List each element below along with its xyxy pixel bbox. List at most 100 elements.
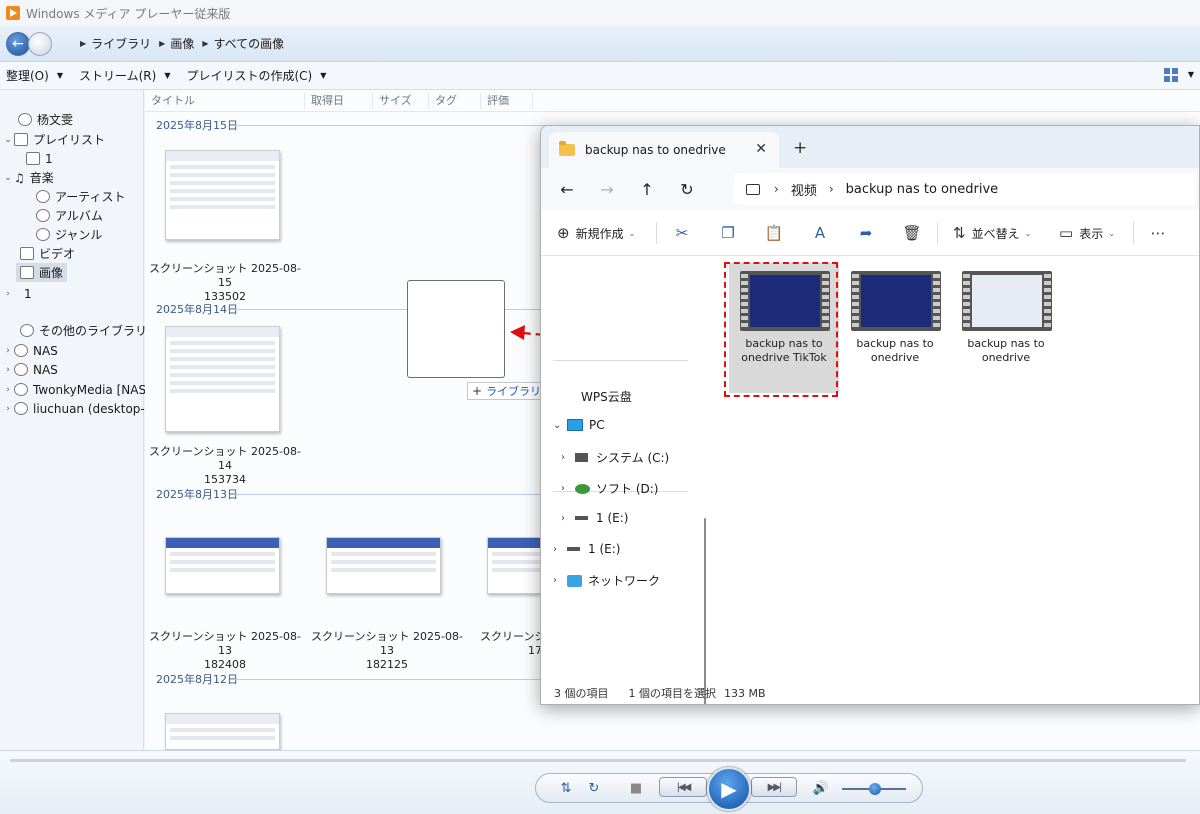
drive-icon [575,453,588,462]
cut-icon[interactable]: ✂ [673,224,691,242]
address-segment-video[interactable]: 视频 [791,180,817,199]
picture-caption[interactable]: スクリーンショット 2025-08-13 182408 [145,630,305,672]
file-item[interactable]: backup nas to onedrive [951,263,1061,393]
sidebar-item-pictures[interactable]: 画像 [16,263,68,282]
forward-arrow-icon[interactable]: → [587,180,627,199]
sidebar-item-album[interactable]: アルバム [36,206,103,225]
breadcrumb-all-pictures[interactable]: すべての画像 [214,35,285,52]
breadcrumb-pictures[interactable]: 画像 [170,35,194,52]
drag-preview-box [407,280,505,378]
sidebar-item-video[interactable]: ビデオ [20,244,75,263]
chevron-right-icon[interactable]: › [553,544,567,555]
new-button[interactable]: ⊕ 新規作成 ⌄ [557,224,635,242]
column-rating[interactable]: 評価 [481,92,533,109]
nav-item-soft-drive[interactable]: › ソフト (D:) [561,480,658,497]
chevron-right-icon[interactable]: › [2,346,14,356]
chevron-right-icon[interactable]: › [553,575,567,586]
stop-icon[interactable]: ■ [628,779,644,797]
picture-caption[interactable]: スクリーンショット 2025-08-13 182125 [307,630,467,672]
sidebar-item-playlist-1[interactable]: 1 [26,149,53,168]
genre-icon [36,228,50,241]
previous-button[interactable]: |◀◀ [659,777,707,797]
picture-caption[interactable]: スクリーンショット 2025-08-15 133502 [145,262,305,304]
breadcrumb-library[interactable]: ライブラリ [91,35,151,52]
view-button[interactable]: ▭ 表示 ⌄ [1059,224,1115,242]
view-options-icon[interactable] [1164,68,1178,82]
sidebar-item-nas-2[interactable]: › NAS [2,360,58,379]
chevron-down-icon[interactable]: ⌄ [2,135,14,145]
address-segment-folder[interactable]: backup nas to onedrive [846,182,999,197]
more-options-icon[interactable]: ⋯ [1149,224,1167,242]
sidebar-item-genre[interactable]: ジャンル [36,225,102,244]
chevron-right-icon[interactable]: › [2,404,14,414]
chevron-right-icon: ▶ [80,39,87,48]
close-icon[interactable]: ✕ [755,141,767,157]
picture-caption[interactable]: スクリーンショ17 [480,630,540,658]
volume-icon[interactable]: 🔊 [812,779,830,797]
sidebar-item-nas-1[interactable]: › NAS [2,341,58,360]
sidebar-item-other-libraries[interactable]: その他のライブラリ [20,321,147,340]
chevron-right-icon[interactable]: › [561,452,575,463]
sidebar-item-other-1[interactable]: › 1 [2,284,32,303]
picture-thumbnail[interactable] [326,537,441,594]
picture-thumbnail[interactable] [487,537,547,594]
copy-icon[interactable]: ❐ [719,224,737,242]
forward-button[interactable] [28,31,52,56]
picture-thumbnail[interactable] [165,150,280,240]
view-options-caret-icon[interactable]: ▼ [1188,70,1194,79]
sidebar-item-music[interactable]: ⌄ ♫ 音楽 [2,168,54,187]
repeat-icon[interactable]: ↻ [586,779,602,797]
nav-item-pc[interactable]: ⌄ PC [553,418,605,432]
rename-icon[interactable]: A [811,224,829,242]
paste-icon[interactable]: 📋 [765,224,784,242]
chevron-right-icon[interactable]: › [2,385,14,395]
nav-item-wps[interactable]: WPS云盘 [581,388,632,405]
up-arrow-icon[interactable]: ↑ [627,180,667,199]
sidebar-item-liuchuan[interactable]: › liuchuan (desktop-q [2,399,152,418]
create-playlist-menu[interactable]: プレイリストの作成(C) ▼ [186,67,326,84]
address-bar[interactable]: › 视频 › backup nas to onedrive [734,173,1196,205]
column-size[interactable]: サイズ [373,92,429,109]
explorer-tab[interactable]: backup nas to onedrive ✕ [549,132,779,168]
volume-knob[interactable] [869,783,881,795]
shuffle-icon[interactable]: ⇅ [558,779,574,797]
chevron-right-icon[interactable]: › [561,513,575,524]
chevron-right-icon[interactable]: › [2,289,14,299]
nav-scrollbar[interactable] [704,518,706,704]
back-arrow-icon[interactable]: ← [547,180,587,199]
share-icon[interactable]: ➦ [857,224,875,242]
column-date-taken[interactable]: 取得日 [305,92,373,109]
chevron-down-icon[interactable]: ⌄ [553,420,567,431]
sidebar-item-twonky[interactable]: › TwonkyMedia [NAS] [2,380,151,399]
delete-icon[interactable]: 🗑 [902,224,921,242]
back-button[interactable]: ← [6,31,30,56]
column-title[interactable]: タイトル [145,92,305,109]
nav-item-network[interactable]: › ネットワーク [553,572,660,589]
nav-item-e-drive-1[interactable]: › 1 (E:) [561,511,628,525]
file-item[interactable]: backup nas to onedrive [840,263,950,393]
picture-thumbnail[interactable] [165,537,280,594]
sort-button[interactable]: ⇅ 並べ替え ⌄ [953,224,1031,242]
picture-thumbnail[interactable] [165,326,280,432]
nav-item-e-drive-2[interactable]: › 1 (E:) [553,542,620,556]
picture-thumbnail[interactable] [165,713,280,750]
seek-bar[interactable] [10,759,1186,762]
chevron-right-icon[interactable]: › [2,365,14,375]
nav-item-system-drive[interactable]: › システム (C:) [561,449,669,466]
sidebar-item-playlists[interactable]: ⌄ プレイリスト [2,130,105,149]
sidebar-item-artist[interactable]: アーティスト [36,187,126,206]
new-tab-icon[interactable]: + [793,138,807,158]
sidebar-item-label: 1 [24,286,32,301]
refresh-icon[interactable]: ↻ [667,180,707,199]
picture-caption[interactable]: スクリーンショット 2025-08-14 153734 [145,445,305,487]
file-item[interactable]: backup nas to onedrive TikTok [729,263,839,393]
organize-menu[interactable]: 整理(O) ▼ [6,67,63,84]
next-button[interactable]: ▶▶| [751,777,797,797]
stream-menu[interactable]: ストリーム(R) ▼ [79,67,171,84]
chevron-right-icon: › [828,182,834,196]
chevron-right-icon[interactable]: › [561,483,575,494]
column-tags[interactable]: タグ [429,92,481,109]
sidebar-item-user[interactable]: 杨文雯 [6,110,73,129]
chevron-down-icon[interactable]: ⌄ [2,173,14,183]
play-button[interactable]: ▶ [707,767,751,811]
